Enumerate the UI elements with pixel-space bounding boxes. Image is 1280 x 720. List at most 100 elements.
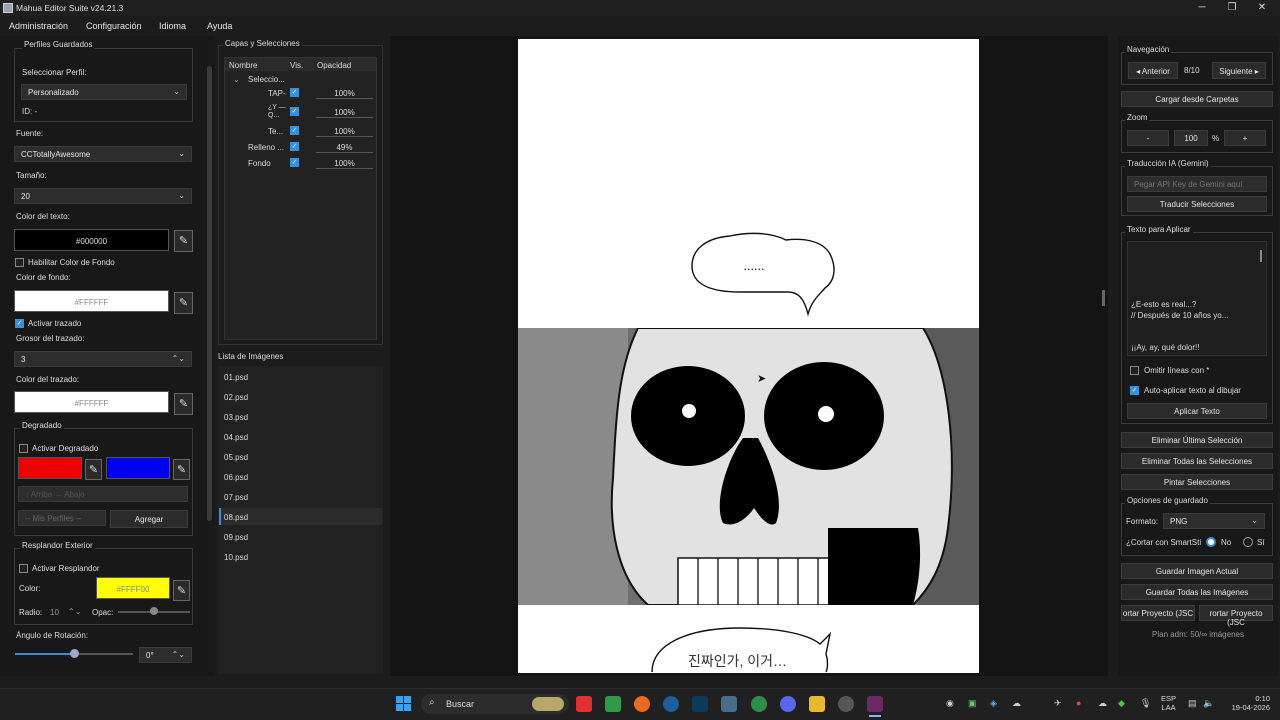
tray-icon[interactable]: ◉ [946,698,954,709]
left-scrollbar[interactable] [207,66,212,521]
layer-visibility-checkbox[interactable]: ✓ [290,88,299,97]
import-project-button[interactable]: rortar Proyecto (JSC [1199,605,1273,627]
add-gradient-button[interactable]: Agregar [110,510,188,528]
spinner-arrows-icon[interactable]: ⌃⌄ [68,607,81,616]
save-all-images-button[interactable]: Guardar Todas las Imágenes [1121,584,1273,600]
save-current-image-button[interactable]: Guardar Imagen Actual [1121,563,1273,579]
chevron-down-icon[interactable]: ⌄ [233,75,240,84]
list-item[interactable]: 04.psd [224,433,248,442]
discord-icon[interactable] [780,696,796,712]
layer-name[interactable]: TAP- [268,89,286,98]
speech-bubble-top[interactable] [690,232,838,318]
format-select[interactable]: PNG ⌄ [1163,513,1265,529]
mahua-editor-icon[interactable] [867,696,883,712]
layer-visibility-checkbox[interactable]: ✓ [290,142,299,151]
menu-ayuda[interactable]: Ayuda [207,21,232,31]
windows-start-icon[interactable] [396,696,412,712]
gradient-color-2[interactable] [106,457,170,479]
layer-name[interactable]: Fondo [248,159,271,168]
spinner-arrows-icon[interactable]: ⌃⌄ [172,650,185,659]
gradient-color-1[interactable] [18,457,82,479]
layer-opacity[interactable]: 100% [316,108,373,118]
comic-panel-skull[interactable] [518,328,979,605]
enable-bg-checkbox[interactable] [15,258,24,267]
text-color-swatch[interactable]: #000000 [14,229,169,251]
radio-no[interactable] [1206,537,1216,547]
menu-idioma[interactable]: Idioma [159,21,186,31]
paint-selections-button[interactable]: Pintar Selecciones [1121,474,1273,490]
close-button[interactable]: ✕ [1255,2,1269,13]
chrome-icon[interactable] [751,696,767,712]
microphone-icon[interactable]: 🎙 [1140,698,1151,709]
layer-name[interactable]: Relleno ... [248,143,284,152]
glow-checkbox[interactable] [19,564,28,573]
text-apply-textarea[interactable] [1127,241,1267,356]
eyedropper-icon[interactable]: ✎ [174,230,193,252]
apply-text-button[interactable]: Aplicar Texto [1127,403,1267,419]
next-button[interactable]: Siguiente ▸ [1212,62,1266,79]
omit-lines-checkbox[interactable] [1130,366,1139,375]
textarea-scrollbar[interactable] [1260,250,1262,262]
gradient-checkbox[interactable] [19,444,28,453]
clock[interactable]: 0:10 19-04-2026 [1224,694,1270,712]
layer-opacity[interactable]: 100% [316,159,373,169]
tray-icon[interactable]: ☁ [1012,698,1021,709]
glow-color-swatch[interactable]: #FFFF00 [96,577,170,599]
tray-icon[interactable]: ▣ [968,698,977,709]
volume-icon[interactable]: 🔈 [1203,698,1214,709]
layer-opacity[interactable]: 100% [316,127,373,137]
slider-thumb[interactable] [150,607,158,615]
stroke-checkbox[interactable]: ✓ [15,319,24,328]
slider-thumb[interactable] [70,649,79,658]
layer-name[interactable]: ¿Y — Q... [268,104,286,120]
layer-group-name[interactable]: Seleccio... [248,75,285,84]
zoom-in-button[interactable]: + [1224,130,1266,146]
shield-icon[interactable]: ◆ [1118,698,1125,709]
spinner-arrows-icon[interactable]: ⌃⌄ [172,354,185,363]
eyedropper-icon[interactable]: ✎ [174,393,193,415]
layer-opacity[interactable]: 49% [316,143,373,153]
profile-select[interactable]: Personalizado ⌄ [21,84,187,100]
list-item[interactable]: 03.psd [224,413,248,422]
export-project-button[interactable]: ortar Proyecto (JSC [1121,605,1195,621]
auto-apply-checkbox[interactable]: ✓ [1130,386,1139,395]
app-icon[interactable] [721,696,737,712]
minimize-button[interactable]: ─ [1195,2,1209,13]
api-key-input[interactable]: Pegar API Key de Gemini aquí [1127,176,1267,192]
firefox-icon[interactable] [634,696,650,712]
eyedropper-icon[interactable]: ✎ [85,459,102,480]
rotation-spinner[interactable]: 0° ⌃⌄ [139,647,192,663]
language-indicator[interactable]: ESP LAA [1161,694,1176,712]
folder-icon[interactable] [809,696,825,712]
layer-opacity[interactable]: 100% [316,89,373,99]
menu-configuracion[interactable]: Configuración [86,21,142,31]
list-item-selected[interactable]: 08.psd [224,513,248,522]
layer-visibility-checkbox[interactable]: ✓ [290,158,299,167]
eyedropper-icon[interactable]: ✎ [173,580,190,601]
translate-button[interactable]: Traducir Selecciones [1127,196,1267,212]
app-icon[interactable] [576,696,592,712]
delete-all-selections-button[interactable]: Eliminar Todas las Selecciones [1121,453,1273,469]
eyedropper-icon[interactable]: ✎ [174,292,193,314]
font-select[interactable]: CCTotallyAwesome ⌄ [14,146,192,162]
canvas-splitter-handle[interactable] [1102,290,1105,306]
eyedropper-icon[interactable]: ✎ [173,459,190,480]
list-item[interactable]: 07.psd [224,493,248,502]
radio-yes[interactable] [1243,537,1253,547]
list-item[interactable]: 05.psd [224,453,248,462]
layer-visibility-checkbox[interactable]: ✓ [290,107,299,116]
stroke-width-spinner[interactable]: 3 ⌃⌄ [14,351,192,367]
bg-color-swatch[interactable]: #FFFFFF [14,290,169,312]
tray-icon[interactable]: ◈ [990,698,997,709]
tray-icon[interactable]: ● [1076,698,1081,708]
radius-value[interactable]: 10 [50,608,59,617]
previous-button[interactable]: ◂ Anterior [1128,62,1178,79]
app-icon[interactable] [663,696,679,712]
photoshop-icon[interactable] [692,696,708,712]
layer-visibility-checkbox[interactable]: ✓ [290,126,299,135]
xbox-icon[interactable] [605,696,621,712]
zoom-input[interactable]: 100 [1174,130,1208,146]
list-item[interactable]: 02.psd [224,393,248,402]
list-item[interactable]: 01.psd [224,373,248,382]
list-item[interactable]: 09.psd [224,533,248,542]
